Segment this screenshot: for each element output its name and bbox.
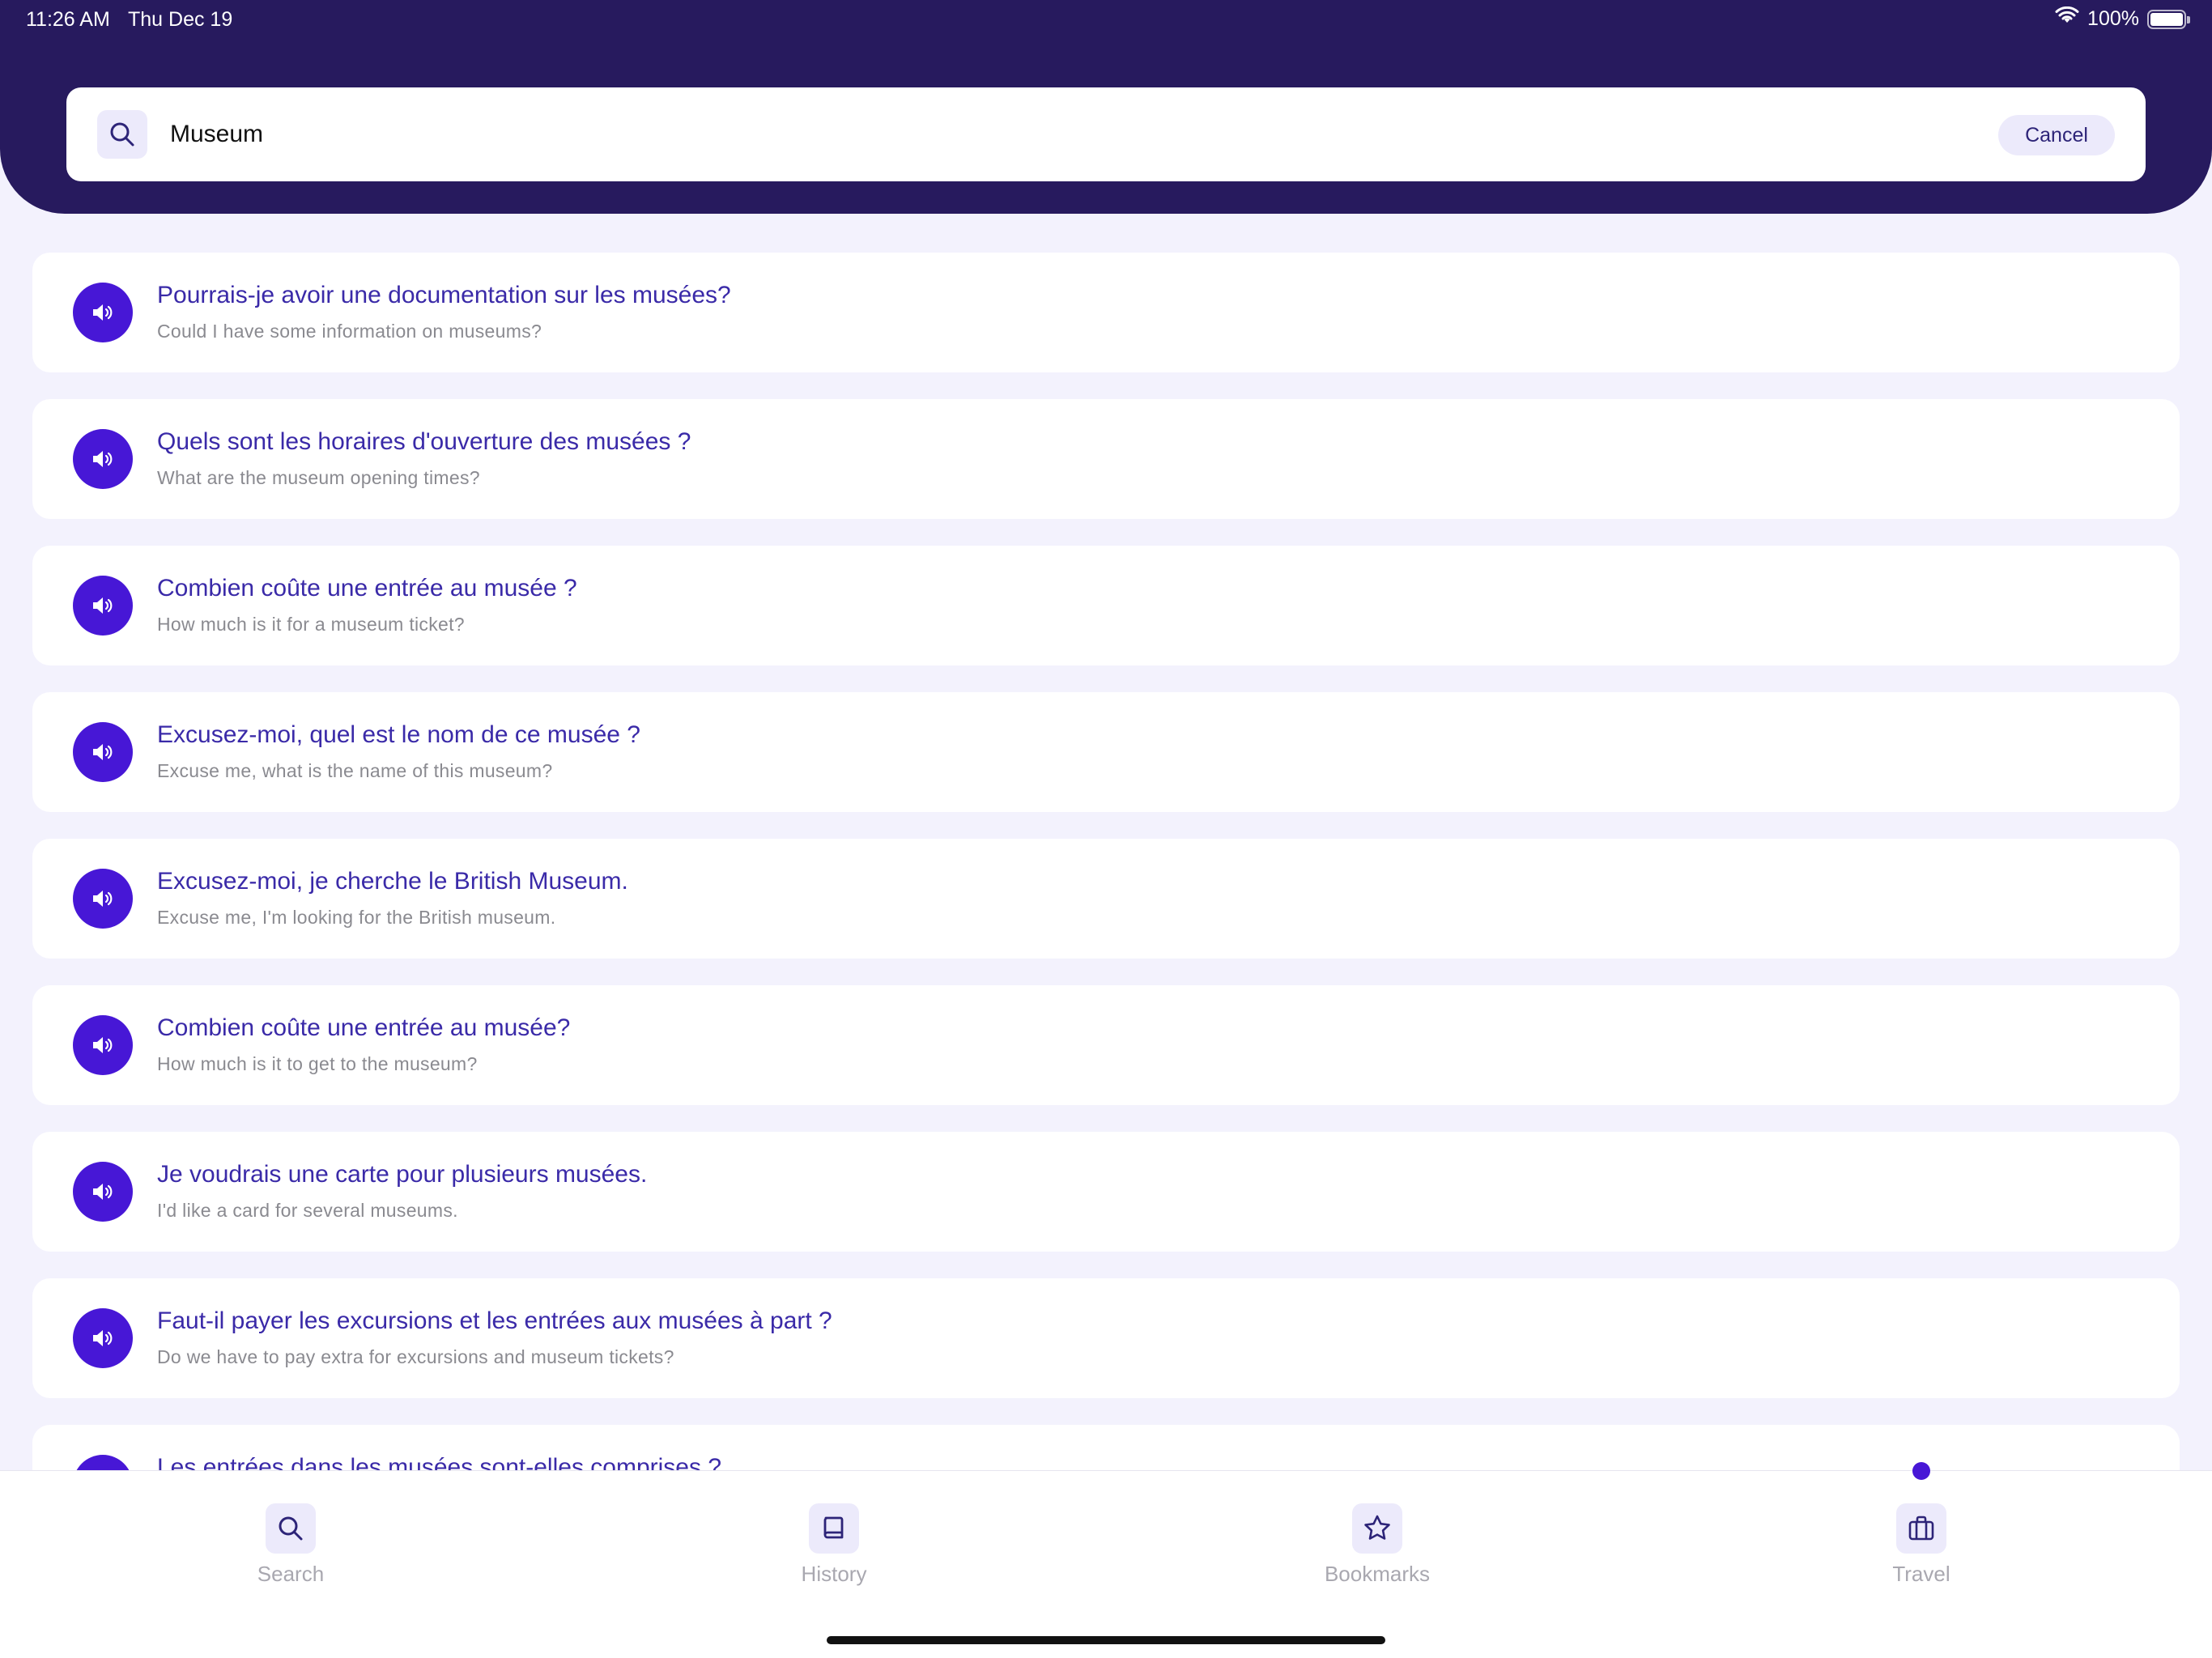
home-indicator[interactable] (827, 1636, 1385, 1644)
wifi-icon (2055, 6, 2079, 32)
list-item[interactable]: Combien coûte une entrée au musée? How m… (32, 985, 2180, 1105)
list-item[interactable]: Je voudrais une carte pour plusieurs mus… (32, 1132, 2180, 1252)
phrase-english: Excuse me, what is the name of this muse… (157, 760, 553, 781)
list-item[interactable]: Quels sont les horaires d'ouverture des … (32, 399, 2180, 519)
phrase-english: Do we have to pay extra for excursions a… (157, 1346, 674, 1367)
list-item[interactable]: Excusez-moi, je cherche le British Museu… (32, 839, 2180, 959)
phrase-french: Je voudrais une carte pour plusieurs mus… (157, 1161, 648, 1188)
speaker-icon[interactable] (73, 1162, 133, 1222)
speaker-icon[interactable] (73, 429, 133, 489)
briefcase-icon[interactable] (1896, 1503, 1946, 1554)
speaker-icon[interactable] (73, 1455, 133, 1470)
phrase-french: Les entrées dans les musées sont-elles c… (157, 1454, 722, 1470)
speaker-icon[interactable] (73, 1308, 133, 1368)
list-item[interactable]: Faut-il payer les excursions et les entr… (32, 1278, 2180, 1398)
search-input[interactable] (170, 112, 1627, 157)
list-item[interactable]: Pourrais-je avoir une documentation sur … (32, 253, 2180, 372)
list-item[interactable]: Excusez-moi, quel est le nom de ce musée… (32, 692, 2180, 812)
phrase-french: Faut-il payer les excursions et les entr… (157, 1307, 832, 1334)
status-date: Thu Dec 19 (128, 8, 233, 31)
tab-history[interactable]: History (737, 1503, 931, 1601)
phrase-english: Excuse me, I'm looking for the British m… (157, 907, 556, 928)
phrase-french: Quels sont les horaires d'ouverture des … (157, 428, 691, 455)
status-time: 11:26 AM (26, 8, 110, 31)
phrase-french: Combien coûte une entrée au musée ? (157, 575, 577, 602)
tab-label: Search (257, 1562, 325, 1586)
results-list[interactable]: Pourrais-je avoir une documentation sur … (0, 214, 2212, 1470)
phrase-english: Could I have some information on museums… (157, 321, 542, 342)
speaker-icon[interactable] (73, 576, 133, 636)
tab-search[interactable]: Search (194, 1503, 388, 1601)
phrase-english: How much is it for a museum ticket? (157, 614, 465, 635)
book-icon[interactable] (809, 1503, 859, 1554)
speaker-icon[interactable] (73, 1015, 133, 1075)
header: 11:26 AM Thu Dec 19 100% Museum Cancel (0, 0, 2212, 214)
status-right: 100% (2055, 6, 2190, 32)
tab-travel[interactable]: Travel (1824, 1503, 2018, 1601)
search-icon[interactable] (97, 110, 147, 159)
active-tab-indicator (1912, 1462, 1930, 1480)
phrase-french: Pourrais-je avoir une documentation sur … (157, 282, 731, 308)
tab-bar: Search History Bookmarks Travel (0, 1470, 2212, 1658)
tab-label: Bookmarks (1324, 1562, 1431, 1586)
list-item[interactable]: Combien coûte une entrée au musée ? How … (32, 546, 2180, 665)
phrase-french: Combien coûte une entrée au musée? (157, 1014, 571, 1041)
list-item[interactable]: Les entrées dans les musées sont-elles c… (32, 1425, 2180, 1470)
battery-percent: 100% (2087, 7, 2139, 30)
speaker-icon[interactable] (73, 869, 133, 929)
star-icon[interactable] (1352, 1503, 1402, 1554)
tab-label: Travel (1892, 1562, 1950, 1586)
phrase-english: What are the museum opening times? (157, 467, 480, 488)
battery-icon (2147, 9, 2190, 29)
phrase-english: How much is it to get to the museum? (157, 1053, 478, 1074)
speaker-icon[interactable] (73, 722, 133, 782)
phrase-french: Excusez-moi, quel est le nom de ce musée… (157, 721, 640, 748)
phrase-french: Excusez-moi, je cherche le British Museu… (157, 868, 628, 895)
search-icon[interactable] (266, 1503, 316, 1554)
cancel-button[interactable]: Cancel (1998, 115, 2115, 155)
search-bar: Cancel (66, 87, 2146, 181)
phrase-english: I'd like a card for several museums. (157, 1200, 458, 1221)
tab-label: History (801, 1562, 867, 1586)
status-bar: 11:26 AM Thu Dec 19 100% (0, 0, 2212, 39)
tab-bookmarks[interactable]: Bookmarks (1280, 1503, 1474, 1601)
speaker-icon[interactable] (73, 283, 133, 342)
